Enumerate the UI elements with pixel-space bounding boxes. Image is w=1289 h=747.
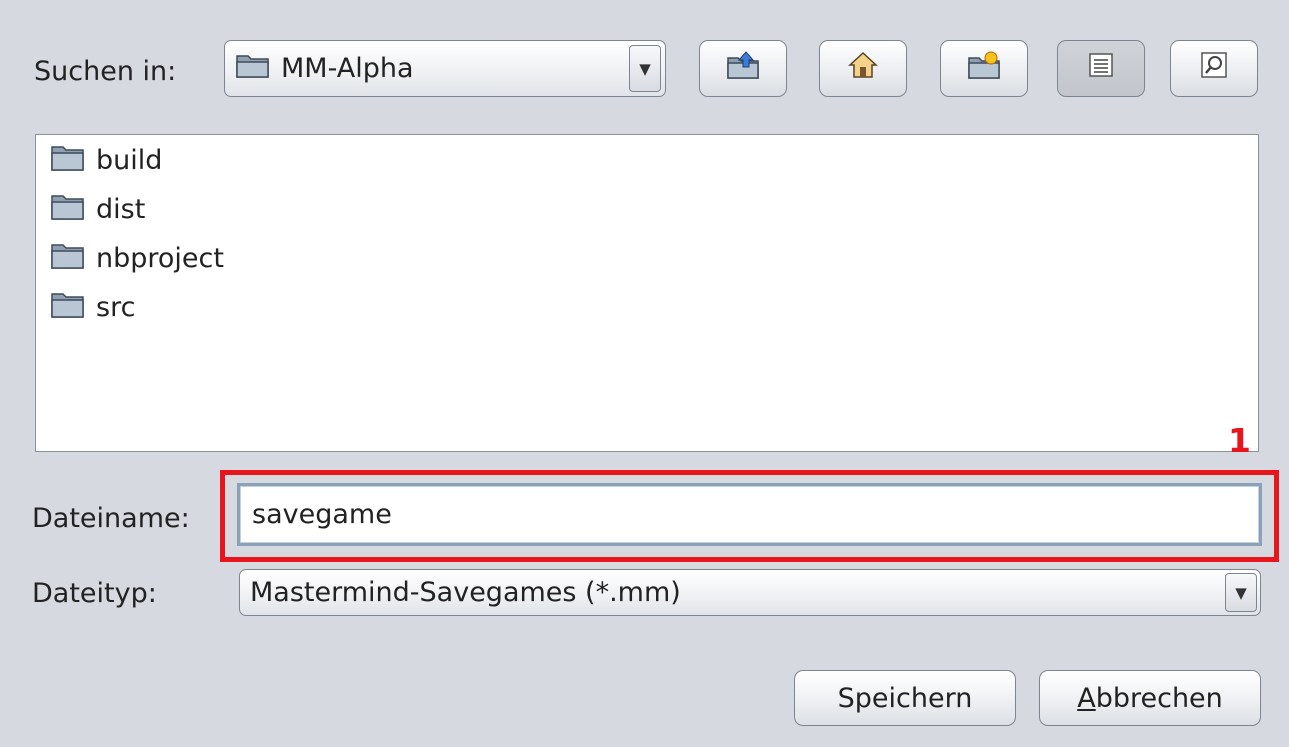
details-view-button[interactable] [1170, 40, 1258, 97]
folder-up-icon [726, 50, 760, 87]
cancel-button-label: Abbrechen [1077, 683, 1223, 714]
filename-label: Dateiname: [32, 503, 190, 534]
folder-icon [50, 142, 86, 179]
list-item[interactable]: nbproject [50, 238, 224, 278]
file-name: build [96, 144, 163, 176]
folder-icon [50, 240, 86, 277]
list-view-button[interactable] [1057, 40, 1145, 97]
filetype-label: Dateityp: [32, 578, 157, 609]
filetype-combobox[interactable]: Mastermind-Savegames (*.mm) ▼ [239, 569, 1261, 616]
file-name: dist [96, 193, 146, 225]
up-one-level-button[interactable] [699, 40, 787, 97]
annotation-marker: 1 [1228, 421, 1251, 460]
folder-icon [50, 289, 86, 326]
annotation-highlight-box [220, 470, 1279, 562]
folder-icon [235, 51, 271, 86]
home-icon [847, 50, 879, 87]
file-name: nbproject [96, 242, 224, 274]
chevron-down-icon[interactable]: ▼ [629, 45, 661, 92]
filetype-value: Mastermind-Savegames (*.mm) [250, 577, 681, 608]
chevron-down-icon[interactable]: ▼ [1225, 573, 1257, 612]
list-item[interactable]: build [50, 140, 162, 180]
list-view-icon [1089, 53, 1113, 84]
file-list[interactable]: build dist nbproject src [35, 134, 1259, 452]
save-button-label: Speichern [837, 682, 973, 714]
list-item[interactable]: src [50, 287, 135, 327]
cancel-mnemonic: A [1077, 682, 1096, 714]
save-button[interactable]: Speichern [794, 670, 1016, 726]
cancel-button[interactable]: Abbrechen [1039, 670, 1261, 726]
look-in-value: MM-Alpha [281, 53, 414, 84]
folder-icon [50, 191, 86, 228]
look-in-combobox[interactable]: MM-Alpha ▼ [224, 40, 666, 97]
cancel-label-rest: bbrechen [1095, 682, 1223, 714]
look-in-label: Suchen in: [34, 56, 177, 87]
home-button[interactable] [819, 40, 907, 97]
file-name: src [96, 291, 136, 323]
list-item[interactable]: dist [50, 189, 145, 229]
details-view-icon [1201, 52, 1227, 85]
new-folder-icon [967, 50, 1001, 87]
new-folder-button[interactable] [940, 40, 1028, 97]
